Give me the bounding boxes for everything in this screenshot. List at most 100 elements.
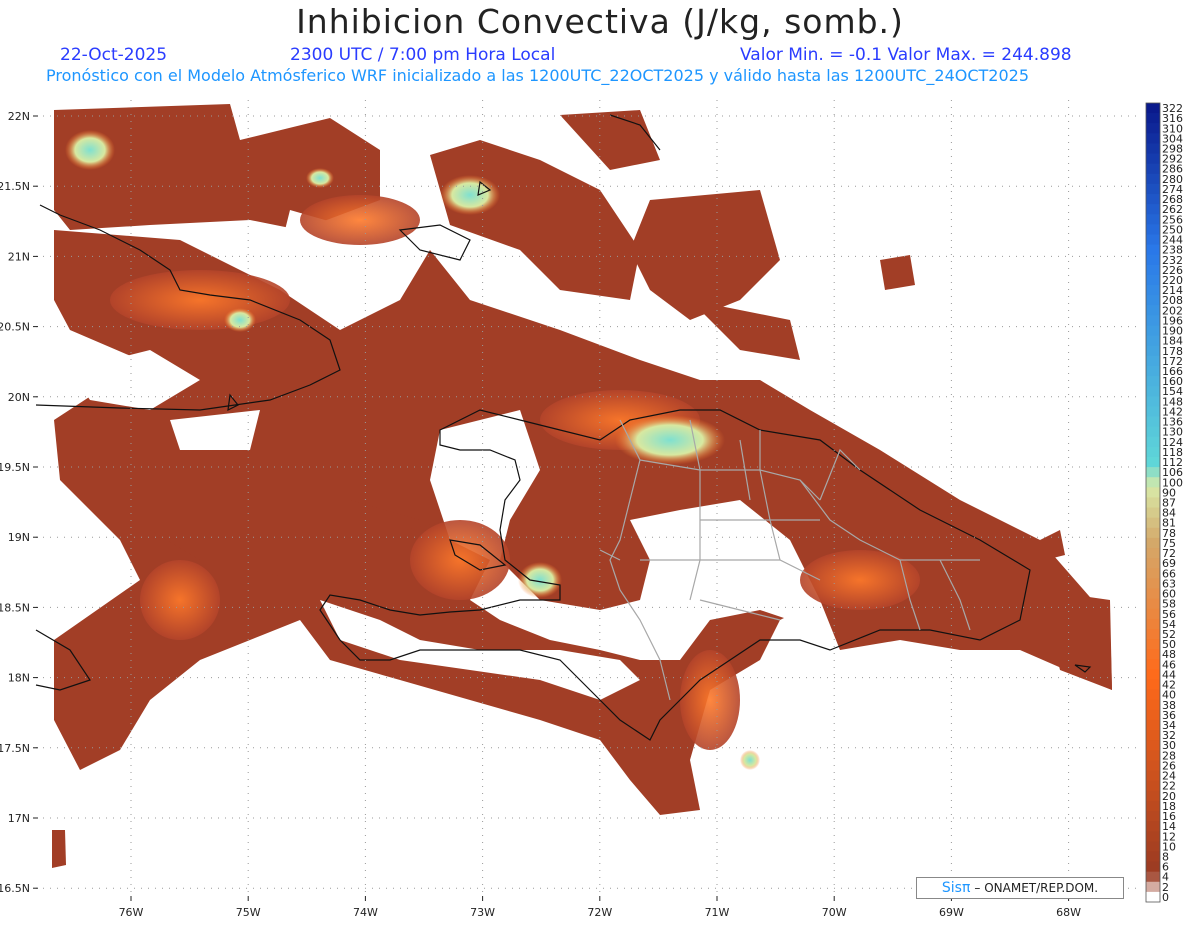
colorbar-swatch	[1146, 376, 1160, 387]
colorbar-swatch	[1146, 194, 1160, 205]
colorbar-swatch	[1146, 456, 1160, 468]
colorbar-swatch	[1146, 760, 1160, 772]
colorbar-swatch	[1146, 689, 1160, 701]
colorbar-swatch	[1146, 628, 1160, 640]
colorbar-swatch	[1146, 396, 1160, 407]
colorbar-swatch	[1146, 831, 1160, 842]
lat-label: 20N	[8, 391, 30, 404]
colorbar-swatch	[1146, 214, 1160, 225]
colorbar-swatch	[1146, 841, 1160, 852]
colorbar-swatch	[1146, 143, 1160, 155]
colorbar-swatch	[1146, 254, 1160, 266]
colorbar-swatch	[1146, 790, 1160, 802]
colorbar-swatch	[1146, 153, 1160, 165]
colorbar-swatch	[1146, 335, 1160, 347]
colorbar-swatch	[1146, 487, 1160, 498]
colorbar-swatch	[1146, 285, 1160, 296]
colorbar-swatch	[1146, 305, 1160, 316]
colorbar-swatch	[1146, 406, 1160, 418]
colorbar-swatch	[1146, 699, 1160, 711]
colorbar-swatch	[1146, 224, 1160, 235]
colorbar-swatch	[1146, 315, 1160, 327]
lat-label: 20.5N	[0, 321, 30, 334]
lon-label: 74W	[353, 906, 378, 919]
colorbar-swatch	[1146, 416, 1160, 428]
colorbar-swatch	[1146, 578, 1160, 589]
lat-label: 18N	[8, 672, 30, 685]
lat-label: 21.5N	[0, 180, 30, 193]
colorbar-swatch	[1146, 537, 1160, 549]
colorbar-swatch	[1146, 750, 1160, 761]
colorbar-swatch	[1146, 386, 1160, 397]
colorbar-swatch	[1146, 679, 1160, 691]
colorbar-swatch	[1146, 173, 1160, 185]
colorbar-swatch	[1146, 103, 1160, 114]
lat-label: 21N	[8, 250, 30, 263]
lon-label: 69W	[939, 906, 964, 919]
colorbar-swatch	[1146, 365, 1160, 377]
colorbar-swatch	[1146, 740, 1160, 751]
lon-label: 73W	[470, 906, 495, 919]
colorbar-swatch	[1146, 821, 1160, 832]
latitude-labels: 22N 21.5N 21N 20.5N 20N 19.5N 19N 18.5N 18N 17.5N…	[0, 110, 38, 895]
lon-label: 72W	[587, 906, 612, 919]
colorbar-swatch	[1146, 204, 1160, 215]
colorbar-swatch	[1146, 345, 1160, 357]
credit-org: – ONAMET/REP.DOM.	[974, 881, 1099, 895]
colorbar-swatch	[1146, 133, 1160, 144]
lat-label: 16.5N	[0, 882, 30, 895]
lon-label: 70W	[822, 906, 847, 919]
colorbar: 3223163103042982922862802742682622562502…	[1145, 102, 1183, 904]
lon-label: 71W	[705, 906, 730, 919]
lat-label: 17.5N	[0, 742, 30, 755]
colorbar-swatch	[1146, 558, 1160, 569]
colorbar-swatch	[1146, 659, 1160, 670]
colorbar-swatch	[1146, 770, 1160, 782]
colorbar-swatch	[1146, 548, 1160, 559]
colorbar-swatch	[1146, 123, 1160, 134]
colorbar-swatch	[1146, 355, 1160, 367]
colorbar-swatch	[1146, 467, 1160, 478]
colorbar-label: 0	[1162, 891, 1169, 904]
colorbar-swatch	[1146, 719, 1160, 731]
colorbar-swatch	[1146, 274, 1160, 286]
lat-label: 17N	[8, 812, 30, 825]
colorbar-swatch	[1146, 871, 1160, 883]
colorbar-swatch	[1146, 295, 1160, 306]
colorbar-swatch	[1146, 244, 1160, 256]
colorbar-swatch	[1146, 568, 1160, 579]
colorbar-swatch	[1146, 477, 1160, 488]
colorbar-swatch	[1146, 588, 1160, 600]
colorbar-swatch	[1146, 730, 1160, 741]
colorbar-swatch	[1146, 507, 1160, 519]
colorbar-swatch	[1146, 113, 1160, 124]
sispi-logo: Sisπ	[941, 880, 971, 896]
colorbar-swatch	[1146, 264, 1160, 276]
colorbar-swatch	[1146, 426, 1160, 438]
colorbar-swatch	[1146, 810, 1160, 822]
colorbar-swatch	[1146, 527, 1160, 539]
colorbar-swatch	[1146, 891, 1160, 903]
lat-label: 18.5N	[0, 601, 30, 614]
lon-label: 76W	[119, 906, 144, 919]
colorbar-swatch	[1146, 234, 1160, 246]
colorbar-swatch	[1146, 497, 1160, 509]
colorbar-swatch	[1146, 861, 1160, 873]
lat-label: 22N	[8, 110, 30, 123]
credit-box: Sisπ – ONAMET/REP.DOM.	[916, 877, 1124, 899]
colorbar-swatch	[1146, 608, 1160, 620]
colorbar-swatch	[1146, 851, 1160, 863]
colorbar-swatch	[1146, 780, 1160, 792]
colorbar-swatch	[1146, 517, 1160, 529]
longitude-labels: 76W 75W 74W 73W 72W 71W 70W 69W 68W	[119, 896, 1081, 919]
colorbar-swatch	[1146, 618, 1160, 630]
lon-label: 75W	[236, 906, 261, 919]
colorbar-swatch	[1146, 183, 1160, 195]
colorbar-swatch	[1146, 639, 1160, 650]
colorbar-swatch	[1146, 649, 1160, 660]
map-canvas: 22N 21.5N 21N 20.5N 20N 19.5N 19N 18.5N 18N 17.5N…	[0, 100, 1183, 919]
colorbar-swatch	[1146, 163, 1160, 175]
colorbar-swatch	[1146, 709, 1160, 721]
colorbar-swatch	[1146, 446, 1160, 458]
colorbar-swatch	[1146, 436, 1160, 448]
